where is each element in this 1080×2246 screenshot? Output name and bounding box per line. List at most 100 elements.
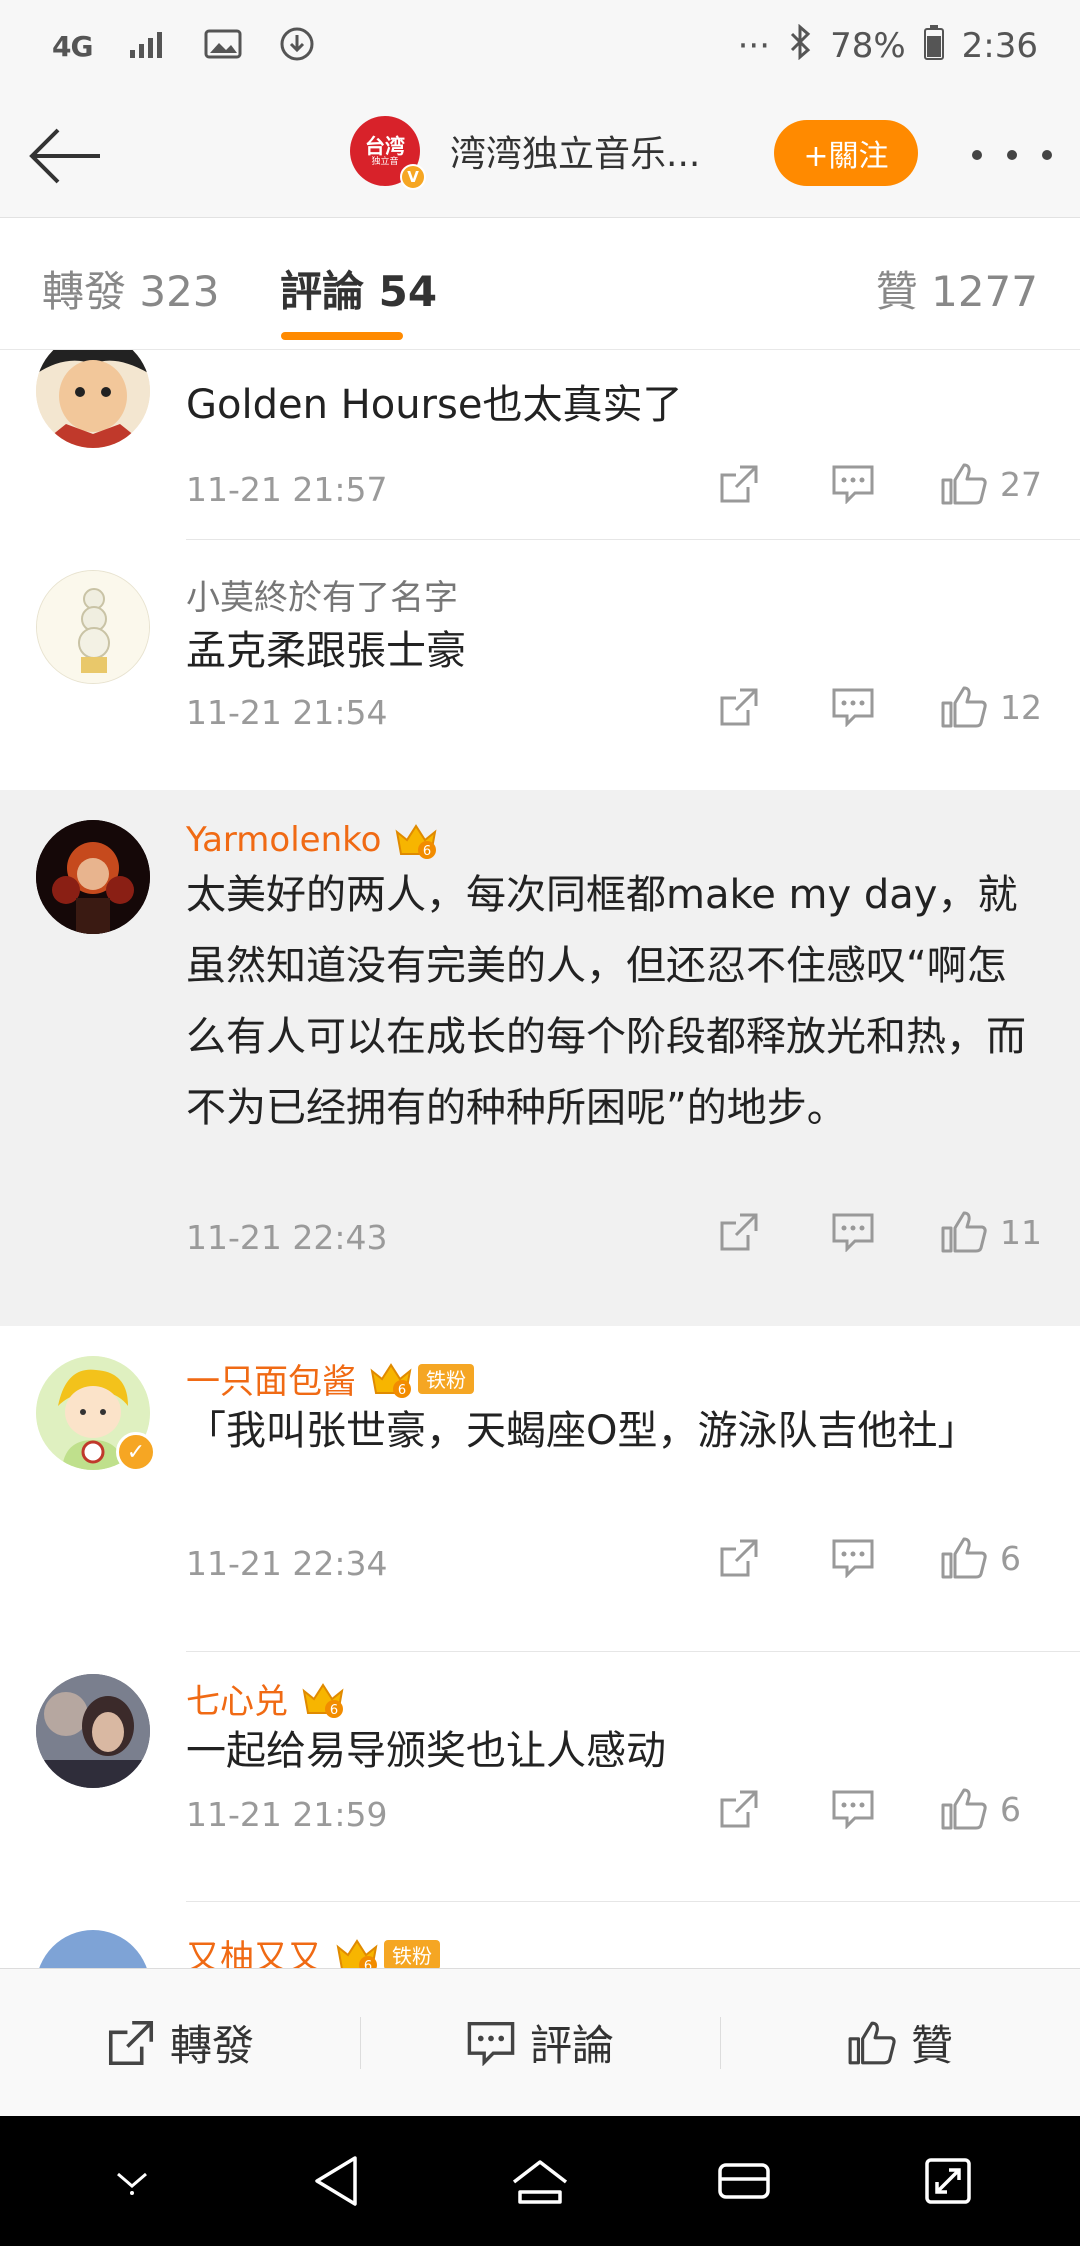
comment-item: Yarmolenko 6 太美好的两人，每次同框都make my day，就虽然… (0, 790, 1080, 1326)
repost-icon[interactable] (716, 1788, 762, 1830)
comment-item: 小莫終於有了名字 孟克柔跟張士豪 11-21 21:54 12 (0, 540, 1080, 740)
comment-icon[interactable] (830, 1538, 876, 1578)
verified-badge-icon: V (400, 164, 426, 190)
download-notification-icon (278, 25, 316, 67)
comment-item: ✓ 一只面包酱 6 铁粉 「我叫张世豪，天蝎座O型，游泳队吉他社」 11-21 … (0, 1326, 1080, 1652)
like-count: 6 (1000, 1538, 1021, 1578)
comment-item: 又柚又又 6 铁粉 (0, 1902, 1080, 1968)
status-more: ··· (737, 26, 771, 66)
member-crown-icon: 6 (395, 824, 437, 859)
like-icon[interactable] (940, 1787, 988, 1831)
signal-icon (128, 28, 168, 64)
comment-text: 太美好的两人，每次同框都make my day，就虽然知道没有完美的人，但还忍不… (186, 872, 1026, 1131)
comment-label: 評論 (529, 2021, 614, 2070)
status-bar: 4G ··· 78% 2:36 (0, 0, 1080, 92)
account-name[interactable]: 湾湾独立音乐... (450, 125, 700, 177)
repost-button[interactable]: 轉發 (0, 1969, 360, 2116)
like-count: 11 (1000, 1212, 1042, 1252)
hide-keyboard-icon[interactable] (92, 2141, 172, 2221)
active-tab-indicator (281, 332, 403, 340)
avatar[interactable] (36, 570, 150, 684)
repost-icon[interactable] (716, 463, 762, 505)
comment-time: 11-21 21:59 (186, 1795, 388, 1834)
like-icon[interactable] (940, 1536, 988, 1580)
comment-icon[interactable] (830, 464, 876, 504)
comment-actions: 12 (716, 685, 1046, 729)
avatar[interactable] (36, 820, 150, 934)
comment-item: Golden Hourse也太真实了 11-21 21:57 27 (0, 350, 1080, 540)
account-header[interactable]: 台湾 独立音 V 湾湾独立音乐... (350, 116, 700, 190)
like-icon (848, 2021, 896, 2064)
tab-comments[interactable]: 評論 54 (280, 258, 437, 319)
avatar[interactable] (36, 1674, 150, 1788)
repost-icon[interactable] (716, 686, 762, 728)
repost-icon[interactable] (716, 1211, 762, 1253)
fan-badge: 铁粉 (384, 1939, 440, 1968)
recents-nav-icon[interactable] (704, 2141, 784, 2221)
like-icon[interactable] (940, 462, 988, 506)
comment-icon (467, 2021, 515, 2066)
bluetooth-icon (788, 23, 812, 69)
comment-username[interactable]: 又柚又又 6 铁粉 (186, 1930, 440, 1968)
member-crown-icon: 6 (302, 1682, 344, 1718)
back-button[interactable] (26, 118, 106, 194)
username-text: Yarmolenko (186, 820, 382, 860)
comment-time: 11-21 21:54 (186, 693, 388, 732)
like-icon[interactable] (940, 1210, 988, 1254)
avatar-text: 台湾 (365, 134, 405, 158)
comment-actions: 27 (716, 462, 1046, 506)
like-icon[interactable] (940, 685, 988, 729)
comment-text: 孟克柔跟張士豪 (186, 628, 466, 674)
comment-text: 「我叫张世豪，天蝎座O型，游泳队吉他社」 (186, 1408, 978, 1454)
back-nav-icon[interactable] (296, 2141, 376, 2221)
rotate-screen-icon[interactable] (908, 2141, 988, 2221)
home-nav-icon[interactable] (500, 2141, 580, 2221)
comment-time: 11-21 22:34 (186, 1544, 388, 1583)
svg-text:6: 6 (423, 844, 431, 859)
repost-label: 轉發 (169, 2021, 254, 2070)
like-label: 贊 (910, 2021, 953, 2070)
battery-icon (923, 24, 944, 69)
member-crown-icon: 6 (336, 1938, 378, 1969)
fan-badge: 铁粉 (418, 1363, 474, 1394)
comment-button[interactable]: 評論 (360, 1969, 720, 2116)
comment-actions: 11 (716, 1210, 1046, 1254)
network-type: 4G (52, 29, 93, 63)
comment-icon[interactable] (830, 1212, 876, 1252)
account-avatar[interactable]: 台湾 独立音 V (350, 116, 426, 190)
like-count: 12 (1000, 687, 1042, 727)
like-count: 6 (1000, 1789, 1021, 1829)
back-arrow-icon (29, 128, 100, 184)
like-button[interactable]: 贊 (720, 1969, 1080, 2116)
avatar[interactable] (36, 350, 150, 448)
svg-text:6: 6 (364, 1959, 372, 1969)
tab-reposts[interactable]: 轉發 323 (42, 258, 220, 319)
like-count: 27 (1000, 464, 1042, 504)
avatar-subtext: 独立音 (371, 157, 399, 167)
top-navigation: 台湾 独立音 V 湾湾独立音乐... +關注 (0, 92, 1080, 218)
avatar[interactable]: ✓ (36, 1356, 156, 1472)
comment-username[interactable]: Yarmolenko 6 (186, 820, 439, 860)
comment-actions: 6 (716, 1536, 1046, 1580)
comment-actions: 6 (716, 1787, 1046, 1831)
image-notification-icon (204, 28, 242, 64)
comment-icon[interactable] (830, 687, 876, 727)
comment-username[interactable]: 小莫終於有了名字 (186, 570, 458, 619)
comment-icon[interactable] (830, 1789, 876, 1829)
battery-percent: 78% (830, 26, 906, 66)
comment-text: 一起给易导颁奖也让人感动 (186, 1728, 666, 1774)
tab-likes[interactable]: 贊 1277 (876, 258, 1038, 319)
comment-text: Golden Hourse也太真实了 (186, 382, 683, 428)
avatar[interactable] (36, 1930, 150, 1968)
follow-button[interactable]: +關注 (774, 120, 918, 186)
comment-list[interactable]: Golden Hourse也太真实了 11-21 21:57 27 小莫終於有了… (0, 350, 1080, 1968)
clock: 2:36 (961, 26, 1038, 66)
repost-icon[interactable] (716, 1537, 762, 1579)
post-action-bar: 轉發 評論 贊 (0, 1968, 1080, 2116)
more-options-icon[interactable] (972, 130, 1052, 180)
comment-time: 11-21 22:43 (186, 1218, 388, 1257)
comment-time: 11-21 21:57 (186, 470, 388, 509)
verified-badge-icon: ✓ (116, 1432, 156, 1472)
comment-item: 七心兑 6 一起给易导颁奖也让人感动 11-21 21:59 6 (0, 1652, 1080, 1902)
post-tabs: 轉發 323 評論 54 贊 1277 (0, 218, 1080, 350)
